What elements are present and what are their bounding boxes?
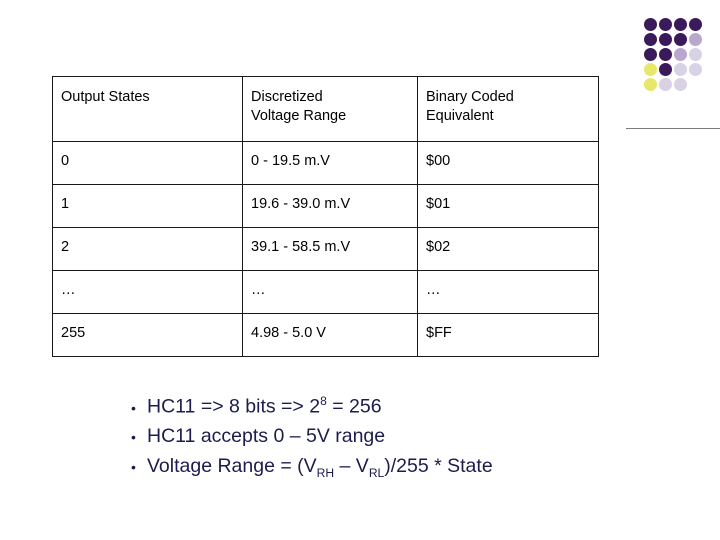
bullet-text-run: HC11 accepts 0 – 5V range [147,425,386,448]
cell-binary: $00 [417,141,599,185]
cell-voltage-range: 4.98 - 5.0 V [242,313,418,357]
logo-dot [644,48,657,61]
header-discretized-voltage-range: Discretized Voltage Range [242,76,418,142]
table-header-row: Output States Discretized Voltage Range … [52,76,599,142]
table-row: 255 4.98 - 5.0 V $FF [52,313,599,357]
logo-dot [689,63,702,76]
bullet-marker: • [131,429,136,446]
cell-voltage-range: 0 - 19.5 m.V [242,141,418,185]
header-discretized-line1: Discretized [251,89,323,105]
cell-state: 255 [52,313,243,357]
table-row: … … … [52,270,599,314]
header-binary-coded-equivalent: Binary Coded Equivalent [417,76,599,142]
logo-dot [674,63,687,76]
cell-state: 1 [52,184,243,228]
bullet-text-run: = 256 [326,395,382,418]
logo-dot [644,33,657,46]
table-row: 1 19.6 - 39.0 m.V $01 [52,184,599,228]
cell-binary: … [417,270,599,314]
bullet-bits: • HC11 => 8 bits => 28 = 256 [131,393,691,421]
header-binary-line1: Binary Coded [426,89,514,105]
header-binary-line2: Equivalent [426,108,494,125]
dot-grid-logo [644,18,704,122]
logo-dot [659,78,672,91]
bullet-formula: • Voltage Range = (VRH – VRL)/255 * State [131,453,691,482]
output-states-table-wrapper: Output States Discretized Voltage Range … [52,76,599,357]
cell-state: 0 [52,141,243,185]
logo-dot [689,18,702,31]
cell-voltage-range: 39.1 - 58.5 m.V [242,227,418,271]
logo-dot [689,48,702,61]
table-row: 2 39.1 - 58.5 m.V $02 [52,227,599,271]
logo-dot [644,18,657,31]
logo-dot [659,48,672,61]
cell-binary: $02 [417,227,599,271]
bullet-text-run: – V [334,454,369,477]
table-row: 0 0 - 19.5 m.V $00 [52,141,599,185]
logo-dot [659,33,672,46]
logo-dot [674,48,687,61]
bullet-list: • HC11 => 8 bits => 28 = 256 • HC11 accepts… [131,393,691,484]
cell-state: … [52,270,243,314]
logo-dot [659,63,672,76]
bullet-marker: • [131,458,136,475]
header-discretized-line2: Voltage Range [251,108,347,125]
cell-voltage-range: 19.6 - 39.0 m.V [242,184,418,228]
cell-state: 2 [52,227,243,271]
header-rule [626,128,720,129]
bullet-text-run: RL [368,465,385,480]
logo-dot [644,78,657,91]
bullet-text-run: )/255 * State [384,454,493,477]
bullet-text-run: 8 [320,394,327,408]
header-output-states: Output States [52,76,243,142]
bullet-text-run: RH [316,465,335,480]
logo-dot [644,63,657,76]
logo-dot [689,33,702,46]
bullet-marker: • [131,399,136,416]
cell-binary: $01 [417,184,599,228]
logo-dot [674,18,687,31]
logo-dot [674,33,687,46]
header-output-states-label: Output States [61,89,150,105]
logo-dot [659,18,672,31]
cell-binary: $FF [417,313,599,357]
bullet-text-run: Voltage Range = (V [147,454,317,477]
cell-voltage-range: … [242,270,418,314]
output-states-table: Output States Discretized Voltage Range … [52,76,599,357]
logo-dot [674,78,687,91]
bullet-range: • HC11 accepts 0 – 5V range [131,423,691,451]
bullet-text-run: HC11 => 8 bits => 2 [147,395,321,418]
